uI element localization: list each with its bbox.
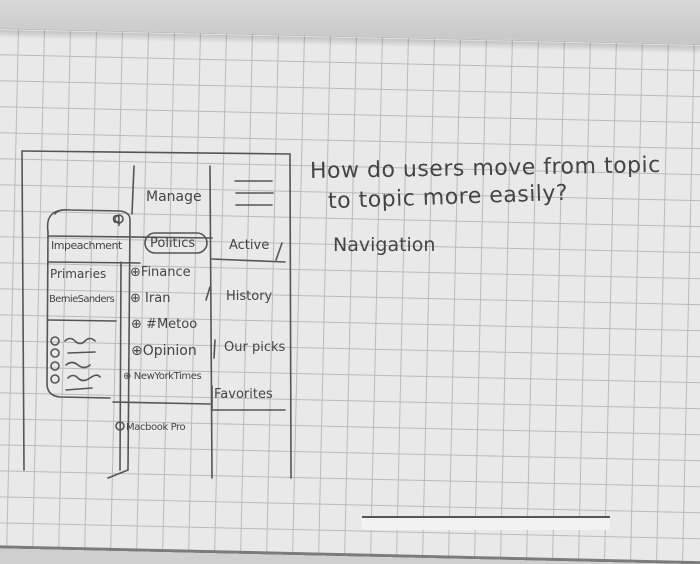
answer-label: Navigation xyxy=(333,234,436,256)
topic-metoo[interactable]: ⊕ #Metoo xyxy=(131,318,197,331)
bullet-icon: ⊕ xyxy=(131,343,143,359)
frame-left-line xyxy=(21,150,25,471)
bottom-paper-strip xyxy=(362,516,610,530)
topic-primaries[interactable]: Primaries xyxy=(50,268,106,280)
question-line-1: How do users move from topic xyxy=(309,152,661,185)
bullet-icon: ⊕ xyxy=(130,291,141,306)
topic-bernie-sanders[interactable]: BernieSanders xyxy=(49,295,115,305)
ourpicks-divider xyxy=(213,339,216,359)
menu-item-history[interactable]: History xyxy=(226,290,272,303)
bullet-icon: ⊕ xyxy=(130,265,141,280)
active-underline xyxy=(211,258,286,263)
active-slash xyxy=(275,242,283,261)
topic-new-york-times[interactable]: ⊕ NewYorkTimes xyxy=(123,371,202,382)
frame-right-line xyxy=(289,153,292,479)
row-divider-1 xyxy=(47,261,141,264)
frame-top-line xyxy=(21,150,291,155)
bullet-icon: ⊕ xyxy=(123,371,131,382)
topic-opinion[interactable]: ⊕Opinion xyxy=(131,344,197,358)
search-icon[interactable]: q xyxy=(112,212,121,226)
hamburger-icon xyxy=(234,180,274,206)
column-divider-1 xyxy=(131,165,135,215)
manage-label[interactable]: Manage xyxy=(146,190,202,204)
opinion-divider xyxy=(205,286,211,301)
wireframe-sketch xyxy=(21,150,292,479)
topic-finance[interactable]: ⊕Finance xyxy=(130,266,191,279)
row-divider-2 xyxy=(47,319,117,322)
bullet-icon: ⊕ xyxy=(131,317,142,332)
scribble-list xyxy=(64,337,101,391)
footer-macbook-pro[interactable]: Macbook Pro xyxy=(115,423,186,433)
topic-impeachment[interactable]: Impeachment xyxy=(51,240,122,251)
footer-divider xyxy=(112,401,211,405)
separator-left-column xyxy=(119,261,122,471)
menu-item-favorites[interactable]: Favorites xyxy=(214,388,273,401)
column-divider-2 xyxy=(209,165,213,479)
topic-iran[interactable]: ⊕ Iran xyxy=(130,292,170,305)
menu-item-our-picks[interactable]: Our picks xyxy=(224,341,285,354)
topic-panel-bottom xyxy=(46,231,111,399)
topic-politics[interactable]: Politics xyxy=(150,237,195,250)
menu-item-active[interactable]: Active xyxy=(229,239,269,252)
